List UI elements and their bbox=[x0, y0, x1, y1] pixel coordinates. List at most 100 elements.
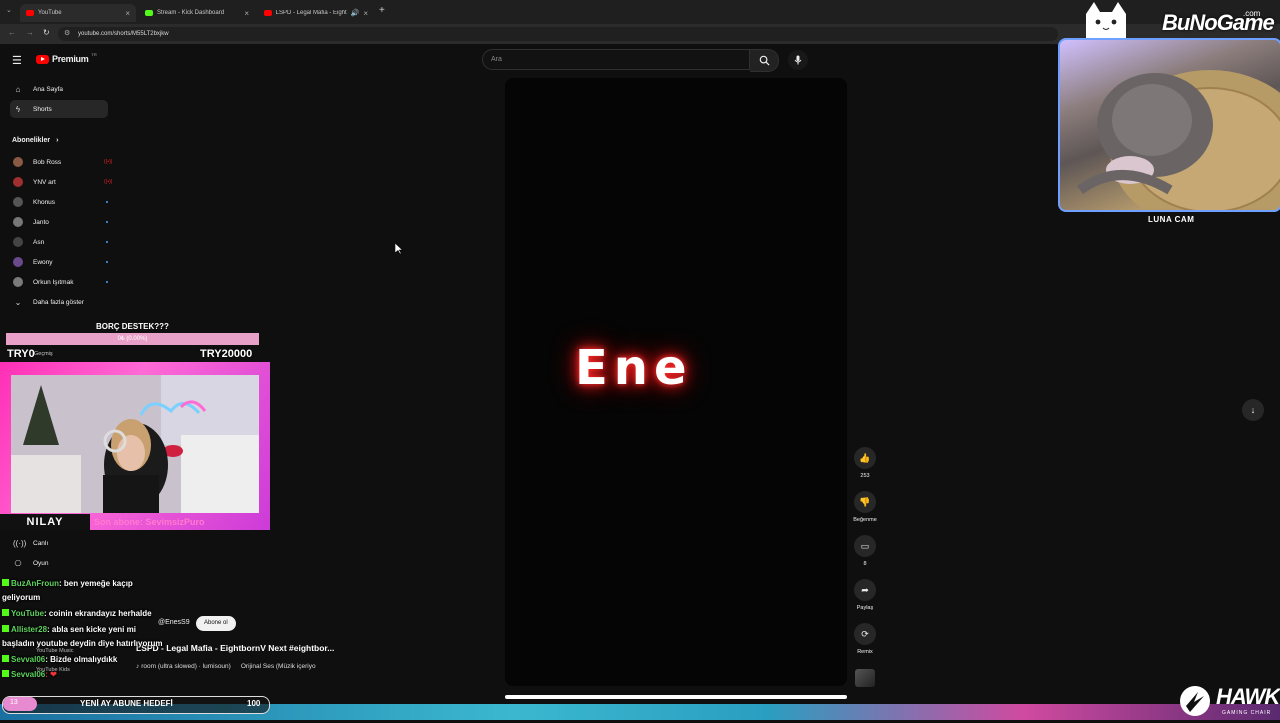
url-field[interactable]: ⚙ youtube.com/shorts/M55LT2bxjkw bbox=[58, 27, 1058, 41]
youtube-play-icon bbox=[36, 54, 49, 64]
remix-label: Remix bbox=[857, 649, 873, 655]
search-icon bbox=[759, 55, 770, 66]
tab-label: Stream - Kick Dashboard bbox=[157, 10, 225, 16]
next-short-button[interactable]: ↓ bbox=[1242, 399, 1264, 421]
search-input[interactable]: Ara bbox=[482, 49, 750, 70]
chevron-right-icon: › bbox=[56, 137, 59, 144]
sidebar-item-history[interactable]: Geçmiş bbox=[34, 351, 53, 357]
close-tab-icon[interactable]: × bbox=[363, 9, 368, 18]
new-content-dot bbox=[106, 221, 108, 223]
sidebar-item-label: Ana Sayfa bbox=[33, 85, 63, 93]
remix-button[interactable]: ⟳ Remix bbox=[851, 623, 879, 655]
sidebar-item-channel[interactable]: Khonus bbox=[10, 193, 108, 211]
channel-name: Bob Ross bbox=[33, 158, 62, 166]
chat-user: Sevval06 bbox=[11, 655, 46, 664]
kick-favicon-icon bbox=[145, 10, 153, 16]
chat-user: Allister28 bbox=[11, 625, 48, 634]
donation-max: TRY20000 bbox=[200, 348, 253, 360]
short-audio-info[interactable]: ♪ room (ultra slowed) · lumisoun) Orijin… bbox=[136, 663, 316, 670]
site-info-icon[interactable]: ⚙ bbox=[64, 29, 70, 37]
reload-icon[interactable]: ↻ bbox=[43, 28, 50, 37]
tab-lspd-video[interactable]: LSPD - Legal Mafia - Eighth 🔊 × bbox=[258, 4, 374, 22]
video-frame-text: Ene bbox=[575, 340, 693, 396]
share-button[interactable]: ➦ Paylaş bbox=[851, 579, 879, 611]
live-broadcast-icon: ((·)) bbox=[13, 538, 27, 548]
channel-name: Orkun Işıtmak bbox=[33, 278, 74, 286]
sub-goal-target: 100 bbox=[247, 699, 261, 708]
like-button[interactable]: 👍 253 bbox=[851, 447, 879, 479]
sidebar-item-channel[interactable]: Janto bbox=[10, 213, 108, 231]
chat-message: BuzAnFroun: ben yemeğe kaçıp bbox=[2, 579, 133, 588]
channel-name: YNV art bbox=[33, 178, 56, 186]
sidebar-item-youtube-kids[interactable]: YouTube Kids bbox=[36, 667, 70, 673]
sidebar-item-channel[interactable]: YNV art ((•)) bbox=[10, 173, 112, 191]
sidebar-item-youtube-music[interactable]: YouTube Music bbox=[36, 648, 74, 654]
chat-message: Allister28: abla sen kicke yeni mi bbox=[2, 625, 136, 634]
video-progress-bar[interactable] bbox=[505, 695, 847, 699]
cat-mascot bbox=[1080, 0, 1132, 42]
streamer-webcam bbox=[11, 375, 259, 513]
avatar bbox=[13, 217, 23, 227]
chat-message: YouTube: coinin ekrandayız herhalde bbox=[2, 609, 152, 618]
sidebar-item-channel[interactable]: Asn bbox=[10, 233, 108, 251]
kick-badge-icon bbox=[2, 609, 9, 616]
audio-thumbnail[interactable] bbox=[855, 669, 875, 687]
sidebar-item-home[interactable]: ⌂ Ana Sayfa bbox=[10, 80, 108, 98]
share-label: Paylaş bbox=[856, 605, 874, 611]
close-tab-icon[interactable]: × bbox=[244, 9, 249, 18]
donation-goal-title: BORÇ DESTEK??? bbox=[96, 322, 169, 331]
sidebar-item-show-more[interactable]: ⌄ Daha fazla göster bbox=[10, 293, 108, 311]
tab-label: LSPD - Legal Mafia - Eighth bbox=[275, 10, 347, 16]
close-tab-icon[interactable]: × bbox=[125, 9, 130, 18]
kick-badge-icon bbox=[2, 655, 9, 662]
share-icon: ➦ bbox=[854, 579, 876, 601]
chat-message-continued: başladın youtube deydin diye hatırlıyoru… bbox=[2, 639, 162, 648]
avatar bbox=[13, 177, 23, 187]
new-content-dot bbox=[106, 281, 108, 283]
sidebar-item-channel[interactable]: Ewony bbox=[10, 253, 108, 271]
dislike-button[interactable]: 👎 Beğenme bbox=[851, 491, 879, 523]
brand-suffix: .com bbox=[1243, 9, 1261, 18]
sidebar-item-channel[interactable]: Bob Ross ((•)) bbox=[10, 153, 112, 171]
search-placeholder: Ara bbox=[491, 56, 502, 63]
remix-icon: ⟳ bbox=[854, 623, 876, 645]
last-subscriber: Son abone: SevimsizPuro bbox=[94, 517, 205, 527]
url-text: youtube.com/shorts/M55LT2bxjkw bbox=[78, 31, 169, 37]
sidebar-item-label: Shorts bbox=[33, 105, 52, 113]
chat-text: : abla sen kicke yeni mi bbox=[47, 625, 136, 634]
sidebar-item-label: Daha fazla göster bbox=[33, 298, 84, 306]
sidebar-item-gaming[interactable]: ⎔ Oyun bbox=[10, 554, 108, 572]
tab-list-icon[interactable]: ⌄ bbox=[6, 6, 12, 14]
youtube-logo[interactable]: Premium TR bbox=[36, 52, 97, 64]
new-content-dot bbox=[106, 261, 108, 263]
cat-cam-label: LUNA CAM bbox=[1148, 215, 1195, 224]
avatar bbox=[13, 237, 23, 247]
webcam-scene-illustration bbox=[11, 375, 259, 513]
chat-text: : Bizde olmalıydıkk bbox=[45, 655, 118, 664]
back-icon[interactable]: ← bbox=[8, 28, 16, 37]
subscribe-button[interactable]: Abone ol bbox=[196, 616, 236, 631]
shorts-icon: ϟ bbox=[15, 104, 21, 114]
chat-text: : ben yemeğe kaçıp bbox=[59, 579, 133, 588]
sidebar-item-channel[interactable]: Orkun Işıtmak bbox=[10, 273, 108, 291]
voice-search-button[interactable] bbox=[788, 50, 808, 70]
comments-button[interactable]: ▭ 8 bbox=[851, 535, 879, 567]
sidebar-item-live[interactable]: ((·)) Canlı bbox=[10, 534, 108, 552]
channel-name: Asn bbox=[33, 238, 45, 246]
tab-kick-dashboard[interactable]: Stream - Kick Dashboard × bbox=[139, 4, 255, 22]
sidebar-item-shorts[interactable]: ϟ Shorts bbox=[10, 100, 108, 118]
cat-webcam bbox=[1058, 38, 1280, 212]
sponsor-name: HAWK bbox=[1216, 684, 1280, 709]
short-title[interactable]: LSPD - Legal Mafia - EightbornV Next #ei… bbox=[136, 643, 334, 653]
channel-handle[interactable]: @EnesS9 bbox=[158, 619, 190, 626]
chat-user: BuzAnFroun bbox=[11, 579, 59, 588]
forward-icon[interactable]: → bbox=[26, 28, 34, 37]
thumbs-down-icon: 👎 bbox=[854, 491, 876, 513]
youtube-favicon-icon bbox=[264, 10, 272, 16]
menu-icon[interactable]: ☰ bbox=[12, 54, 22, 67]
audio-playing-icon[interactable]: 🔊 bbox=[351, 9, 360, 17]
new-tab-icon[interactable]: + bbox=[379, 5, 385, 16]
subscriptions-header[interactable]: Abonelikler › bbox=[12, 137, 58, 144]
search-button[interactable] bbox=[750, 49, 779, 72]
tab-youtube[interactable]: YouTube × bbox=[20, 4, 136, 22]
